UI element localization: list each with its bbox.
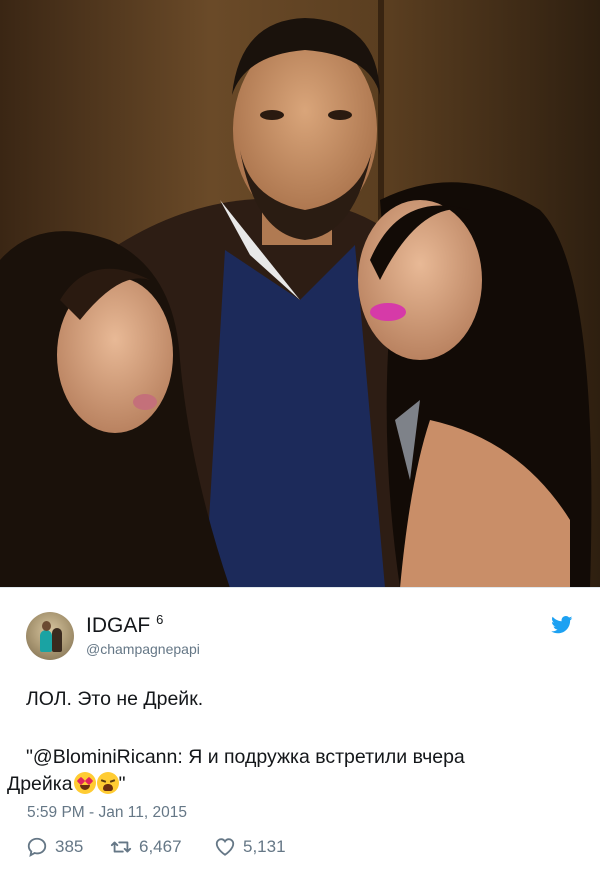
author-handle[interactable]: @champagnepapi	[86, 641, 200, 657]
twitter-bird-icon[interactable]	[551, 616, 573, 634]
like-count: 5,131	[243, 837, 286, 856]
retweet-icon	[110, 841, 132, 853]
tweet-photo[interactable]	[0, 0, 600, 588]
name-superscript: 6	[156, 612, 164, 627]
reply-button[interactable]: 385	[26, 835, 83, 859]
tweet-actions: 385 6,467 5,131	[26, 835, 346, 859]
heart-eyes-emoji	[73, 772, 96, 794]
photo-illustration	[0, 0, 600, 588]
tweet-text-line-3: Дрейка "	[7, 772, 126, 796]
heart-icon	[215, 838, 235, 856]
reply-icon	[27, 837, 47, 858]
tweet-card: IDGAF 6 @champagnepapi ЛОЛ. Это не Дрейк.…	[0, 588, 600, 882]
retweet-button[interactable]: 6,467	[110, 835, 182, 859]
retweet-count: 6,467	[139, 837, 182, 856]
weary-face-emoji	[96, 772, 119, 794]
tweet-text-line-1: ЛОЛ. Это не Дрейк.	[26, 688, 204, 710]
tweet-text-line-2: "@BlominiRicann: Я и подружка встретили …	[26, 746, 465, 768]
tweet-text-line-3-text: Дрейка	[7, 773, 73, 795]
avatar[interactable]	[26, 612, 74, 660]
like-button[interactable]: 5,131	[214, 835, 286, 859]
tweet-timestamp[interactable]: 5:59 PM - Jan 11, 2015	[27, 804, 187, 822]
author-name-row[interactable]: IDGAF 6	[86, 612, 164, 638]
reply-count: 385	[55, 837, 84, 856]
tweet-text-line-3-end: "	[118, 773, 126, 795]
display-name[interactable]: IDGAF	[86, 614, 150, 637]
